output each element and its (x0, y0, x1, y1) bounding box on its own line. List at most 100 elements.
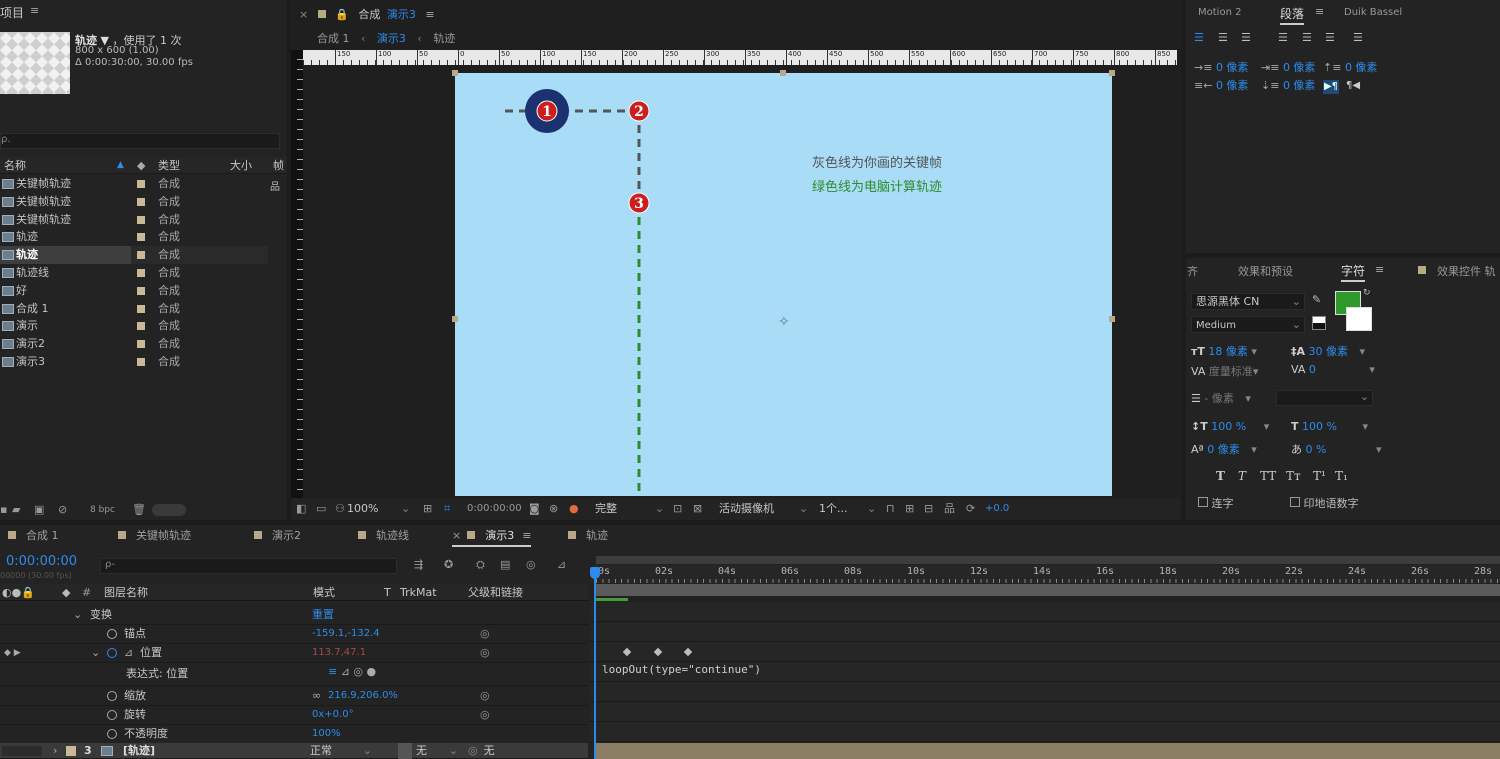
project-item-row[interactable]: 好 合成 (0, 282, 287, 300)
label-color-swatch[interactable] (137, 358, 145, 366)
position-row[interactable]: ◆ ▶ ⌄ ⊿ 位置 113.7,47.1 ◎ (0, 643, 588, 663)
flowchart-icon[interactable]: 品 (270, 178, 280, 193)
indent-left[interactable]: →≡ 0 像素 (1194, 59, 1248, 75)
interpret-footage-icon[interactable]: ▪ (0, 503, 7, 516)
superscript-button[interactable]: T¹ (1313, 469, 1326, 483)
faux-italic-button[interactable]: T (1238, 469, 1246, 483)
breadcrumb-item-active[interactable]: 演示3 (377, 32, 406, 45)
pick-whip-icon[interactable]: ◎ (480, 686, 490, 706)
label-color-swatch[interactable] (137, 269, 145, 277)
project-item-row[interactable]: 演示2 合成 (0, 335, 287, 353)
bbox-handle[interactable] (452, 316, 458, 322)
scale-row[interactable]: 缩放 ∞ 216.9,206.0% ◎ (0, 686, 588, 706)
chevron-down-icon[interactable]: ⌄ (91, 643, 100, 663)
comp-mini-flowchart-icon[interactable]: ⇶ (414, 558, 423, 571)
reset-exposure-icon[interactable]: ⟳ (966, 498, 975, 520)
constrain-link-icon[interactable]: ∞ (312, 686, 321, 706)
timeline-icon[interactable]: ⊟ (924, 498, 933, 520)
space-after[interactable]: ⇣≡ 0 像素 (1261, 77, 1315, 93)
motion-blur-icon[interactable]: ◎ (526, 558, 536, 571)
anchor-point-icon[interactable]: ✧ (778, 314, 790, 330)
label-color-swatch[interactable] (137, 304, 145, 313)
reset-link[interactable]: 重置 (312, 605, 334, 625)
color-channel-icon[interactable]: ● (569, 498, 579, 520)
tab-duik[interactable]: Duik Bassel (1344, 7, 1402, 18)
playhead[interactable] (594, 568, 596, 759)
viewer-timecode[interactable]: 0:00:00:00 (467, 498, 522, 520)
comp-viewer-active-comp[interactable]: 演示3 (387, 8, 416, 21)
project-item-row[interactable]: 演示3 合成 (0, 353, 287, 371)
lock-icon[interactable]: 🔒 (335, 8, 349, 21)
tab-character[interactable]: 字符 (1341, 262, 1366, 282)
font-style-select[interactable]: Medium ⌄ (1191, 316, 1305, 333)
bbox-handle[interactable] (780, 70, 786, 76)
time-ruler[interactable]: 00s 02s 04s 06s 08s 10s 12s 14s 16s 18s 20s 22s 24s 2… (590, 565, 1500, 583)
time-navigator[interactable] (596, 584, 1500, 596)
justify-all-icon[interactable]: ☰ (1353, 31, 1363, 44)
always-preview-icon[interactable]: ◧ (296, 498, 306, 520)
scale-value[interactable]: 216.9,206.0% (328, 686, 398, 706)
panel-menu-icon[interactable]: ≡ (1375, 263, 1384, 276)
timeline-track-area[interactable]: 00s 02s 04s 06s 08s 10s 12s 14s 16s 18s 20s 22s 24s 2… (590, 554, 1500, 759)
align-right-icon[interactable]: ☰ (1241, 31, 1251, 44)
stopwatch-icon[interactable] (107, 710, 117, 720)
new-comp-icon[interactable]: ▣ (34, 503, 44, 516)
layer-switches[interactable] (2, 746, 42, 756)
bbox-handle[interactable] (452, 70, 458, 76)
layer-duration-bar[interactable] (596, 743, 1500, 759)
horizontal-scale-field[interactable]: T 100 % ▾ (1291, 420, 1368, 433)
camera-select[interactable]: 活动摄像机 (719, 498, 774, 520)
ligature-checkbox[interactable]: 连字 (1198, 495, 1234, 511)
close-tab-icon[interactable]: × (452, 529, 461, 542)
small-caps-button[interactable]: Tт (1286, 469, 1301, 483)
bbox-handle[interactable] (1109, 316, 1115, 322)
timeline-tab[interactable]: 演示2 (254, 525, 301, 547)
label-color-swatch[interactable] (137, 251, 145, 260)
horizontal-ruler[interactable]: 150 100 50 0 50 100 150 200 250 300 350 400 450 500 55… (303, 50, 1177, 65)
av-features-icon[interactable]: ◐●🔒 (2, 584, 35, 601)
scroll-thumb[interactable] (152, 504, 186, 516)
chevron-down-icon[interactable]: ⌄ (73, 605, 82, 625)
tab-effects-presets[interactable]: 效果和预设 (1238, 263, 1293, 279)
leading-field[interactable]: ‡A 30 像素 ▾ (1291, 343, 1365, 359)
frame-blending-icon[interactable]: ▤ (500, 558, 510, 571)
parent-select[interactable]: ◎ 无 (468, 743, 586, 759)
draft-3d-icon[interactable]: ✪ (444, 558, 453, 571)
project-item-row[interactable]: 关键帧轨迹 合成 (0, 211, 287, 229)
vertical-ruler[interactable] (291, 50, 303, 500)
stroke-color-swatch[interactable] (1346, 307, 1372, 331)
subscript-button[interactable]: T₁ (1335, 469, 1348, 483)
project-item-row[interactable]: 演示 合成 (0, 317, 287, 335)
timeline-tab[interactable]: 关键帧轨迹 (118, 525, 191, 547)
justify-right-icon[interactable]: ☰ (1325, 31, 1335, 44)
stopwatch-active-icon[interactable] (107, 648, 117, 658)
tab-effect-controls[interactable]: 效果控件 轨 (1437, 263, 1496, 279)
chevron-right-icon[interactable]: › (53, 743, 57, 759)
grid-icon[interactable]: ⊞ (423, 498, 432, 520)
graph-editor-icon[interactable]: ⊿ (557, 558, 566, 571)
panel-menu-icon[interactable]: ≡ (1315, 5, 1324, 18)
composition-canvas[interactable]: 1 2 3 灰色线为你画的关键帧 绿色线为电脑计算轨迹 ✧ (455, 73, 1112, 496)
timeline-tab[interactable]: 合成 1 (8, 525, 59, 547)
label-color-swatch[interactable] (137, 322, 145, 331)
views-select[interactable]: 1个... (819, 498, 848, 520)
chevron-down-icon[interactable]: ⌄ (867, 498, 876, 520)
stroke-type-select[interactable]: ⌄ (1276, 390, 1373, 406)
blend-mode-select[interactable]: 正常 ⌄ (310, 743, 374, 759)
label-color-swatch[interactable] (137, 233, 145, 242)
chevron-down-icon[interactable]: ⌄ (401, 498, 410, 520)
tab-motion2[interactable]: Motion 2 (1198, 7, 1241, 18)
project-item-row[interactable]: 合成 1 合成 (0, 300, 287, 318)
rtl-direction-icon[interactable]: ¶◀ (1346, 80, 1360, 91)
space-before[interactable]: ⇡≡ 0 像素 (1323, 59, 1377, 75)
timeline-tab[interactable]: 轨迹 (568, 525, 608, 547)
breadcrumb-item[interactable]: 合成 1 (317, 32, 350, 45)
layer-row[interactable]: › 3 [轨迹] 正常 ⌄ 无 ⌄ ◎ 无 (0, 743, 588, 759)
tsume-field[interactable]: あ 0 % ▾ (1291, 441, 1381, 457)
expression-text[interactable]: loopOut(type="continue") (602, 663, 761, 676)
tab-paragraph[interactable]: 段落 (1280, 5, 1305, 25)
justify-center-icon[interactable]: ☰ (1302, 31, 1312, 44)
adjust-icon[interactable]: ⊘ (58, 503, 67, 516)
tab-align[interactable]: 齐 (1187, 263, 1198, 279)
shy-icon[interactable]: ⛭ (476, 558, 485, 572)
